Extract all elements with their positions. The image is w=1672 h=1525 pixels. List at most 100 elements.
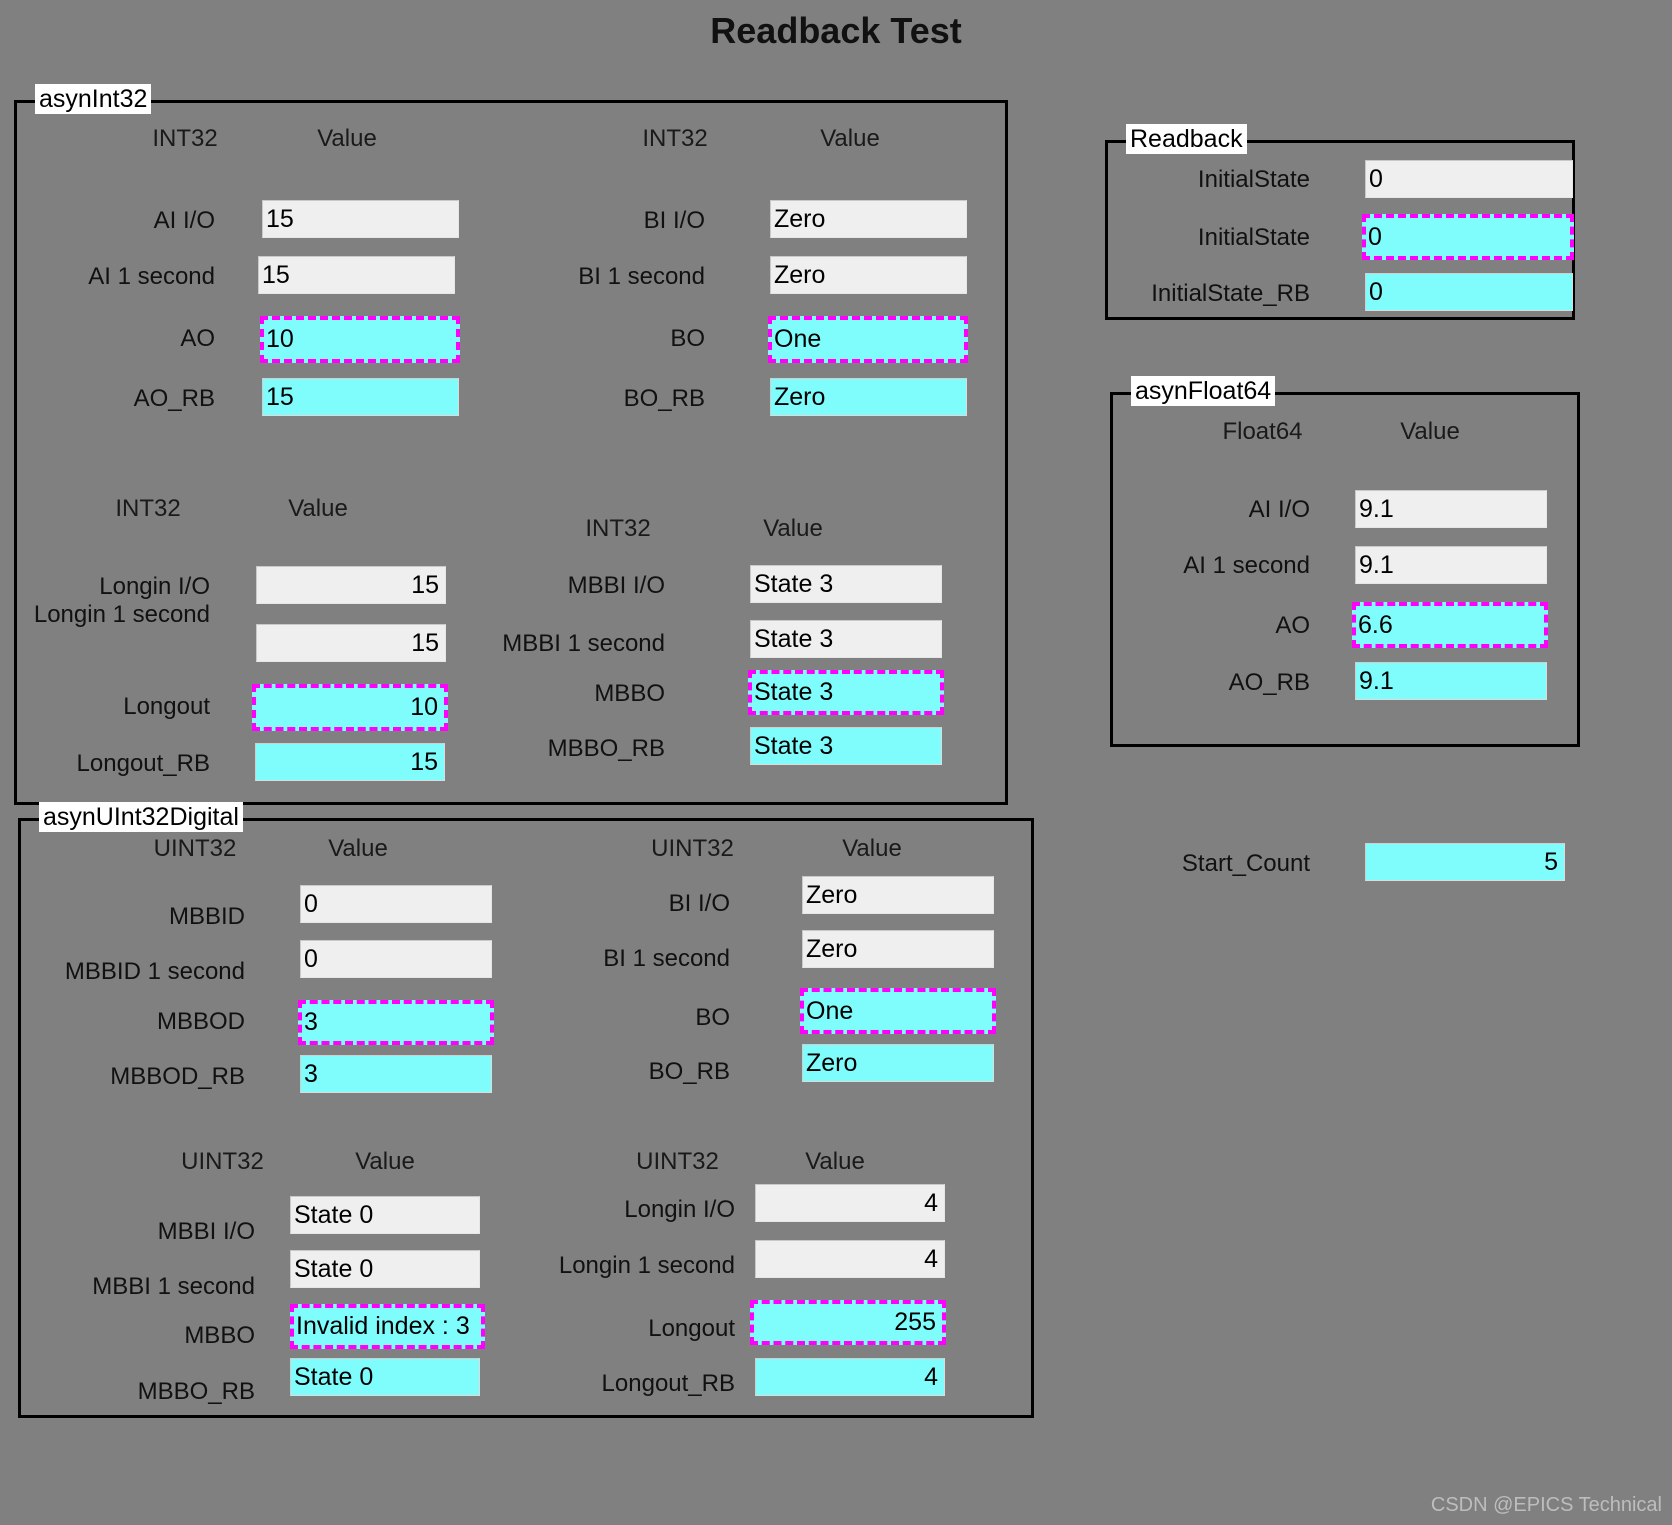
field-mbbi-1-second[interactable]: State 3 <box>750 620 942 658</box>
row-label-initialstate-set: InitialState <box>1197 224 1310 251</box>
row-label-f-ai-1-second: AI 1 second <box>1183 552 1310 579</box>
field-ai-1-second[interactable]: 15 <box>258 256 455 294</box>
field-longin-1-second[interactable]: 15 <box>256 624 446 662</box>
row-label-u-bi-1-second: BI 1 second <box>603 945 730 972</box>
row-label-f-ai-io: AI I/O <box>1248 496 1310 523</box>
field-f-ai-io[interactable]: 9.1 <box>1355 490 1547 528</box>
field-ao-rb[interactable]: 15 <box>262 378 459 416</box>
row-label-mbbo-rb: MBBO_RB <box>547 735 665 762</box>
row-label-mbbod-rb: MBBOD_RB <box>110 1063 245 1090</box>
field-ao[interactable]: 10 <box>260 316 460 363</box>
colhead-value-q3: Value <box>288 495 348 522</box>
row-label-u-bo-rb: BO_RB <box>648 1058 730 1085</box>
row-label-bi-1-second: BI 1 second <box>578 263 705 290</box>
row-label-mbbi-1-second: MBBI 1 second <box>502 630 665 657</box>
field-initialstate-monitor[interactable]: 0 <box>1365 160 1573 198</box>
row-label-u-longin-io: Longin I/O <box>624 1196 735 1223</box>
row-label-u-mbbi-1-second: MBBI 1 second <box>92 1273 255 1300</box>
colhead-float64: Float64 <box>1222 418 1303 445</box>
field-mbbi-io[interactable]: State 3 <box>750 565 942 603</box>
row-label-bo: BO <box>670 325 705 352</box>
field-u-bo-rb[interactable]: Zero <box>802 1044 994 1082</box>
field-initialstate-set[interactable]: 0 <box>1362 214 1574 260</box>
field-mbbo[interactable]: State 3 <box>748 670 944 715</box>
page-title: Readback Test <box>710 10 962 51</box>
colhead-int32-q4: INT32 <box>585 515 651 542</box>
colhead-uint32-q3: UINT32 <box>181 1148 264 1175</box>
field-longin-io[interactable]: 15 <box>256 566 446 604</box>
field-longout[interactable]: 10 <box>252 684 448 731</box>
row-label-u-mbbo-rb: MBBO_RB <box>137 1378 255 1405</box>
row-label-u-mbbo: MBBO <box>184 1322 255 1349</box>
row-label-f-ao: AO <box>1275 612 1310 639</box>
field-bi-io[interactable]: Zero <box>770 200 967 238</box>
colhead-value-q4: Value <box>763 515 823 542</box>
row-label-u-mbbi-io: MBBI I/O <box>157 1218 255 1245</box>
row-label-ao: AO <box>180 325 215 352</box>
field-u-longin-io[interactable]: 4 <box>755 1184 945 1222</box>
row-label-f-ao-rb: AO_RB <box>1228 669 1310 696</box>
row-label-longin-1-second: Longin 1 second <box>33 601 210 628</box>
colhead-value-q2: Value <box>820 125 880 152</box>
field-u-mbbi-io[interactable]: State 0 <box>290 1196 480 1234</box>
group-label-asynint32: asynInt32 <box>35 84 152 114</box>
row-label-bo-rb: BO_RB <box>623 385 705 412</box>
row-label-u-bo: BO <box>695 1004 730 1031</box>
field-mbbod[interactable]: 3 <box>298 1000 494 1045</box>
field-u-longout[interactable]: 255 <box>750 1300 946 1345</box>
colhead-value-float64: Value <box>1400 418 1460 445</box>
field-mbbid[interactable]: 0 <box>300 885 492 923</box>
row-label-initialstate-monitor: InitialState <box>1197 166 1310 193</box>
field-start-count[interactable]: 5 <box>1365 843 1565 881</box>
row-label-mbbid-1-second: MBBID 1 second <box>64 958 245 985</box>
field-bi-1-second[interactable]: Zero <box>770 256 967 294</box>
row-label-longin-io: Longin I/O <box>99 573 210 600</box>
colhead-int32-q3: INT32 <box>115 495 181 522</box>
field-initialstate-rb[interactable]: 0 <box>1365 273 1573 311</box>
field-u-longout-rb[interactable]: 4 <box>755 1358 945 1396</box>
row-label-longout-rb: Longout_RB <box>76 750 210 777</box>
field-u-mbbo-rb[interactable]: State 0 <box>290 1358 480 1396</box>
field-f-ai-1-second[interactable]: 9.1 <box>1355 546 1547 584</box>
field-longout-rb[interactable]: 15 <box>255 743 445 781</box>
row-label-initialstate-rb: InitialState_RB <box>1151 280 1310 307</box>
colhead-value-uq3: Value <box>355 1148 415 1175</box>
field-u-bi-1-second[interactable]: Zero <box>802 930 994 968</box>
row-label-longout: Longout <box>123 693 210 720</box>
row-label-ai-1-second: AI 1 second <box>88 263 215 290</box>
field-bo-rb[interactable]: Zero <box>770 378 967 416</box>
field-u-bo[interactable]: One <box>800 988 996 1034</box>
row-label-start-count: Start_Count <box>1181 850 1310 877</box>
field-u-bi-io[interactable]: Zero <box>802 876 994 914</box>
field-mbbod-rb[interactable]: 3 <box>300 1055 492 1093</box>
group-label-readback: Readback <box>1126 124 1247 154</box>
field-mbbo-rb[interactable]: State 3 <box>750 727 942 765</box>
field-mbbid-1-second[interactable]: 0 <box>300 940 492 978</box>
field-ai-io[interactable]: 15 <box>262 200 459 238</box>
colhead-int32-q2: INT32 <box>642 125 708 152</box>
row-label-mbbo: MBBO <box>594 680 665 707</box>
colhead-uint32-q2: UINT32 <box>651 835 734 862</box>
watermark: CSDN @EPICS Technical <box>1430 1494 1662 1516</box>
field-f-ao[interactable]: 6.6 <box>1352 602 1548 648</box>
row-label-bi-io: BI I/O <box>643 207 705 234</box>
field-u-mbbo[interactable]: Invalid index : 3 <box>290 1304 485 1349</box>
field-u-longin-1-second[interactable]: 4 <box>755 1240 945 1278</box>
group-label-asynuint32digital: asynUInt32Digital <box>39 802 243 832</box>
field-bo[interactable]: One <box>768 316 968 363</box>
row-label-ao-rb: AO_RB <box>133 385 215 412</box>
field-f-ao-rb[interactable]: 9.1 <box>1355 662 1547 700</box>
field-u-mbbi-1-second[interactable]: State 0 <box>290 1250 480 1288</box>
colhead-int32-q1: INT32 <box>152 125 218 152</box>
colhead-value-uq4: Value <box>805 1148 865 1175</box>
row-label-u-longout: Longout <box>648 1315 735 1342</box>
colhead-uint32-q1: UINT32 <box>153 835 237 862</box>
colhead-uint32-q4: UINT32 <box>636 1148 719 1175</box>
row-label-u-longin-1-second: Longin 1 second <box>558 1252 735 1279</box>
row-label-mbbod: MBBOD <box>156 1008 245 1035</box>
colhead-value-uq1: Value <box>328 835 388 862</box>
row-label-ai-io: AI I/O <box>153 207 215 234</box>
colhead-value-uq2: Value <box>842 835 902 862</box>
row-label-u-longout-rb: Longout_RB <box>601 1370 735 1397</box>
row-label-mbbid: MBBID <box>168 903 245 930</box>
